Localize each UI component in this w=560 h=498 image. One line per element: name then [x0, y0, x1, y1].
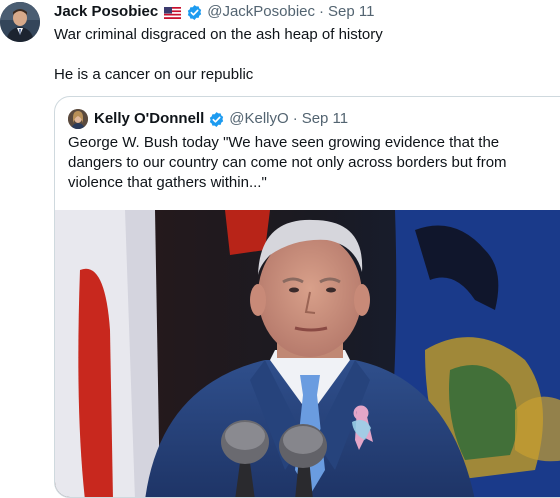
avatar-image — [0, 2, 40, 42]
quoted-avatar-image — [68, 109, 88, 129]
verified-badge-icon — [186, 4, 203, 21]
attached-photo[interactable] — [55, 210, 560, 497]
verified-badge-icon — [208, 111, 225, 128]
quoted-author-avatar[interactable] — [68, 109, 88, 129]
quoted-author-name[interactable]: Kelly O'Donnell — [94, 110, 204, 128]
separator-dot: · — [319, 3, 325, 20]
tweet-text: War criminal disgraced on the ash heap o… — [54, 26, 383, 83]
us-flag-icon — [164, 6, 182, 19]
author-handle[interactable]: @JackPosobiec — [207, 3, 315, 21]
author-name[interactable]: Jack Posobiec — [54, 3, 158, 21]
author-avatar[interactable] — [0, 2, 40, 42]
quoted-tweet-text: George W. Bush today "We have seen growi… — [68, 134, 507, 191]
quoted-author-handle[interactable]: @KellyO — [229, 110, 288, 128]
quoted-tweet-header: Kelly O'Donnell @KellyO · Sep 11 — [68, 109, 348, 129]
quoted-tweet-date[interactable]: Sep 11 — [302, 110, 348, 128]
tweet-date[interactable]: Sep 11 — [328, 3, 374, 21]
separator-dot: · — [292, 110, 298, 127]
quoted-tweet-card[interactable]: Kelly O'Donnell @KellyO · Sep 11 George … — [54, 96, 560, 498]
photo-image — [55, 210, 560, 497]
tweet-header: Jack Posobiec @JackPosobiec · Sep 11 — [54, 3, 374, 21]
